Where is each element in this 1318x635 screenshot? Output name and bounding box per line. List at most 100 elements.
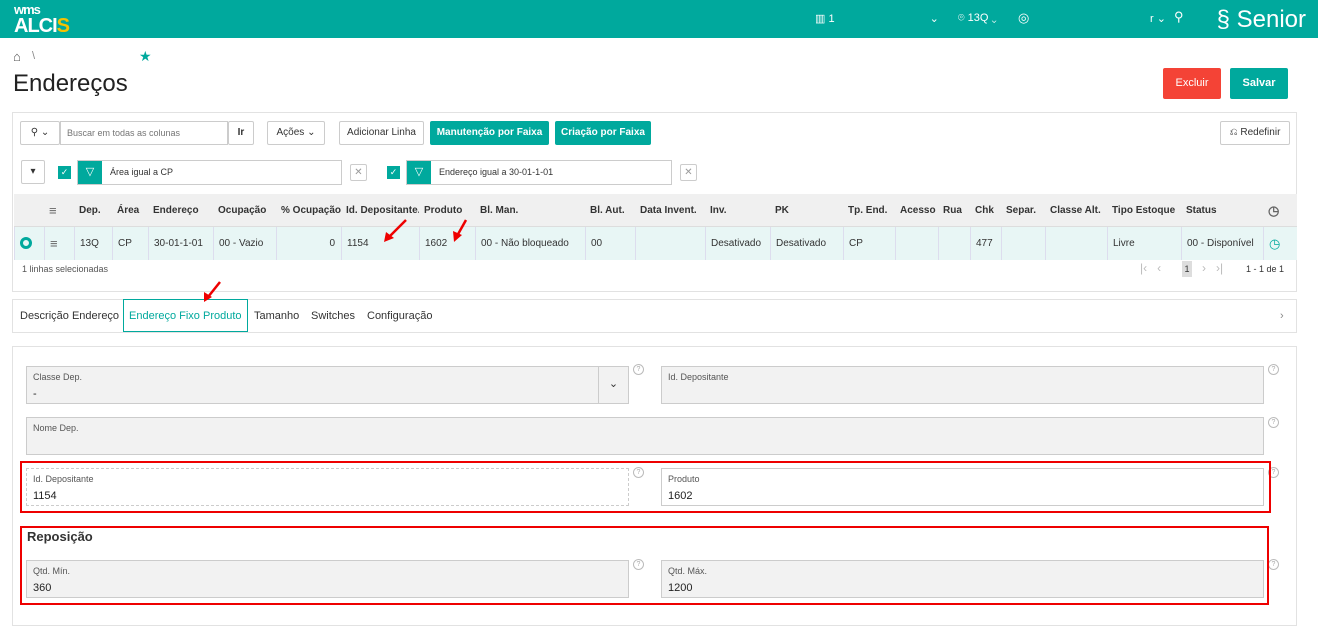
table-cell [1001,227,1045,260]
page-title: Endereços [13,70,128,97]
table-cell: 477 [970,227,1001,260]
column-header[interactable]: Tipo Estoque [1107,194,1181,227]
table-cell [895,227,938,260]
chevron-down-icon: ⌄ [929,13,939,25]
column-header[interactable]: Área [112,194,148,227]
id-depositante-top-field[interactable]: Id. Depositante [661,366,1264,404]
logo: wms ALCIS [14,2,70,37]
table-cell: 00 - Vazio [213,227,276,260]
user-icon[interactable]: ◎ [1018,10,1029,26]
history-icon[interactable]: ◷ [1263,227,1297,260]
table-row[interactable]: ≡ 13Q CP 30-01-1-01 00 - Vazio 0 1154 1602 00 - … [14,227,1297,260]
column-header[interactable]: Classe Alt. [1045,194,1107,227]
remove-filter-button[interactable]: ✕ [350,164,367,181]
table-cell: Livre [1107,227,1181,260]
header-spacer [14,194,44,227]
highlight-box [20,526,1269,605]
table-cell: CP [843,227,895,260]
grid-header: ≡ Dep. Área Endereço Ocupação% Ocupação Id. D… [14,194,1297,227]
table-cell: 30-01-1-01 [148,227,213,260]
table-cell: 00 - Disponível [1181,227,1263,260]
remove-filter-button[interactable]: ✕ [680,164,697,181]
highlight-box [20,461,1271,513]
selected-count: 1 linhas selecionadas [22,264,109,274]
help-icon[interactable]: ? [1268,559,1279,570]
pager-page[interactable]: 1 [1182,261,1192,277]
column-header[interactable]: Inv. [705,194,770,227]
tab-endereco-fixo[interactable]: Endereço Fixo Produto [123,299,248,332]
filter-toggle[interactable]: ▾ [21,160,45,184]
breadcrumb-sep: \ [32,50,36,62]
chevron-down-icon: ⌄ [598,367,628,403]
actions-button[interactable]: Ações ⌄ [267,121,325,145]
filter-chip[interactable]: ▽ Área igual a CP [77,160,342,185]
home-icon[interactable]: ⌂ [13,49,21,64]
table-cell: 00 [585,227,635,260]
table-cell: Desativado [770,227,843,260]
table-cell: 00 - Não bloqueado [475,227,585,260]
location-selector[interactable]: ⌾ 13Q ⌄ [958,12,997,25]
column-header[interactable]: Chk [970,194,1001,227]
table-cell: 0 [276,227,341,260]
row-radio[interactable] [14,227,44,260]
row-menu-icon[interactable]: ≡ [44,227,74,260]
column-header[interactable]: Separ. [1001,194,1045,227]
annotation-arrow-icon [384,219,407,242]
column-header[interactable]: Tp. End. [843,194,895,227]
help-icon[interactable]: ? [1268,417,1279,428]
go-button[interactable]: Ir [228,121,254,145]
filter-checkbox[interactable]: ✓ [58,166,71,179]
favorite-star-icon[interactable]: ★ [139,48,152,65]
filter-icon: ▽ [407,161,431,184]
annotation-arrow-icon [204,281,221,302]
column-header[interactable]: Status [1181,194,1263,227]
user-menu[interactable]: r ⌄ [1150,12,1166,25]
chevron-right-icon[interactable]: › [1280,300,1284,332]
classe-dep-select[interactable]: Classe Dep. - ⌄ [26,366,629,404]
search-input[interactable] [60,121,228,145]
help-icon[interactable]: ? [633,364,644,375]
column-header[interactable]: Acesso [895,194,938,227]
filter-checkbox[interactable]: ✓ [387,166,400,179]
table-cell [1045,227,1107,260]
column-header[interactable]: Bl. Aut. [585,194,635,227]
table-cell: CP [112,227,148,260]
search-icon[interactable]: ⚲ [1174,9,1184,25]
column-header[interactable]: Endereço [148,194,213,227]
column-header[interactable]: % Ocupação [276,194,341,227]
top-bar: wms ALCIS ▥ 1 ⌄ ⌾ 13Q ⌄ ◎ r ⌄ ⚲ § Senior [0,0,1318,38]
table-cell [938,227,970,260]
table-cell: Desativado [705,227,770,260]
create-range-button[interactable]: Criação por Faixa [555,121,651,145]
filter-icon: ▽ [78,161,102,184]
column-header[interactable]: Dep. [74,194,112,227]
table-cell [635,227,705,260]
brand-logo: § Senior [1216,6,1306,33]
warehouse-selector[interactable]: ▥ 1 ⌄ [815,12,939,25]
pager-next-last[interactable]: › ›| [1202,261,1223,275]
filter-chip[interactable]: ▽ Endereço igual a 30-01-1-01 [406,160,672,185]
save-button[interactable]: Salvar [1230,68,1288,99]
column-header[interactable]: Ocupação [213,194,276,227]
column-header[interactable]: Bl. Man. [475,194,585,227]
pager-range: 1 - 1 de 1 [1246,264,1285,274]
reset-button[interactable]: ⎌ Redefinir [1220,121,1290,145]
delete-button[interactable]: Excluir [1163,68,1221,99]
search-options-button[interactable]: ⚲ ⌄ [20,121,60,145]
nome-dep-field[interactable]: Nome Dep. [26,417,1264,455]
annotation-arrow-icon [453,219,468,242]
tab-tamanho[interactable]: Tamanho [254,300,299,332]
help-icon[interactable]: ? [1268,364,1279,375]
column-header[interactable]: PK [770,194,843,227]
tab-descricao[interactable]: Descrição Endereço [20,300,119,332]
column-menu-icon[interactable]: ≡ [44,194,74,227]
tab-switches[interactable]: Switches [311,300,355,332]
column-header[interactable]: Data Invent. [635,194,705,227]
pager-first-prev[interactable]: |‹ ‹ [1140,261,1161,275]
history-icon[interactable]: ◷ [1263,194,1297,227]
table-cell: 13Q [74,227,112,260]
maintenance-range-button[interactable]: Manutenção por Faixa [430,121,549,145]
add-line-button[interactable]: Adicionar Linha [339,121,424,145]
column-header[interactable]: Rua [938,194,970,227]
tab-configuracao[interactable]: Configuração [367,300,432,332]
